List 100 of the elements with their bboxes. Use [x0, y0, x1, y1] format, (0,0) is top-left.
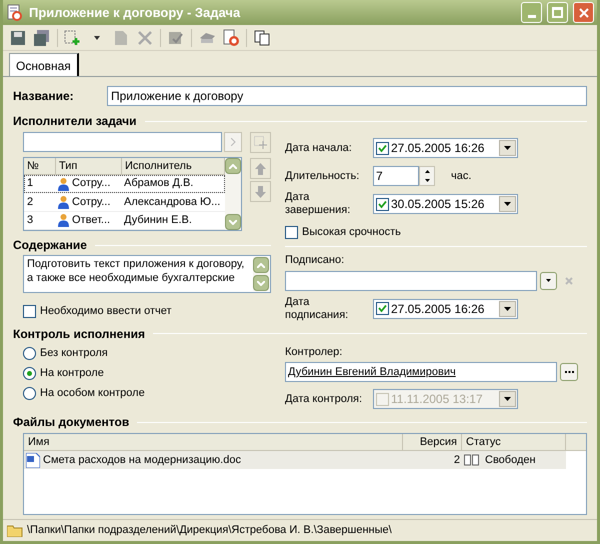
date-field[interactable]: 30.05.2005 15:26 — [373, 194, 518, 214]
scroll-up-button[interactable] — [253, 257, 269, 273]
date-field[interactable]: 27.05.2005 16:26 — [373, 298, 518, 318]
document-icon — [26, 452, 40, 468]
close-button[interactable] — [573, 2, 594, 23]
checkbox[interactable] — [23, 304, 36, 318]
field-label: Дата начала: — [285, 140, 353, 156]
date-value: 30.05.2005 15:26 — [391, 196, 486, 213]
folder-path: \Папки\Папки подразделений\Дирекция\Ястребова И. В.\Завершенные\ — [27, 523, 392, 538]
person-icon — [58, 213, 69, 228]
field-label: Название: — [13, 88, 75, 105]
radio-button[interactable] — [23, 347, 36, 360]
section-title: Файлы документов — [13, 414, 130, 431]
section-title: Контроль исполнения — [13, 326, 145, 342]
table-cell-text: Сотру... — [72, 194, 110, 210]
table-row[interactable]: 3 Ответ... Дубинин Е.В. — [24, 212, 225, 230]
search-field[interactable] — [23, 132, 222, 152]
arrow-up-icon — [255, 162, 266, 174]
radio-button[interactable] — [23, 367, 36, 380]
table-cell-text: Свободен — [485, 452, 536, 468]
dropdown-button[interactable] — [540, 272, 557, 290]
date-value: 11.11.2005 13:17 — [391, 391, 484, 408]
table-cell-text: 2 — [26, 194, 34, 210]
person-icon — [58, 176, 69, 191]
table-row[interactable]: 2 Сотру... Александрова Ю... — [24, 193, 225, 212]
book-icon — [464, 454, 479, 466]
controller-field[interactable]: Дубинин Евгений Владимирович — [285, 362, 557, 382]
table-cell-text: Ответ... — [72, 213, 110, 228]
checkmark-icon — [378, 144, 387, 152]
dropdown-button[interactable] — [499, 300, 516, 316]
chevron-down-icon — [229, 220, 237, 224]
checkmark-icon — [378, 304, 387, 313]
radio-label: Без контроля — [40, 346, 108, 362]
date-field[interactable]: 27.05.2005 16:26 — [373, 138, 518, 158]
dropdown-button[interactable] — [499, 140, 516, 156]
checkbox[interactable] — [376, 198, 389, 210]
scroll-up-button[interactable] — [225, 158, 241, 174]
chevron-down-icon — [257, 280, 265, 286]
checkbox-label: Необходимо ввести отчет — [40, 304, 172, 319]
field-label: Дата завершения: — [285, 191, 352, 217]
field-label: Дата подписания: — [285, 296, 350, 322]
chevron-right-icon — [230, 138, 236, 146]
table-cell-text: Сотру... — [72, 176, 110, 192]
column-header[interactable]: Имя — [24, 434, 403, 450]
content-field[interactable]: Подготовить текст приложения к договору, а также все необходимые бухгалтерские — [23, 255, 271, 293]
table-cell-text: Дубинин Е.В. — [123, 213, 193, 228]
section-title: Содержание — [13, 237, 87, 254]
content-text: Подготовить текст приложения к договору, а также все необходимые бухгалтерские — [26, 257, 246, 286]
chevron-up-icon — [257, 262, 265, 268]
date-value: 27.05.2005 16:26 — [391, 300, 486, 318]
signed-field[interactable] — [285, 270, 537, 290]
title-field[interactable]: Приложение к договору — [107, 86, 587, 106]
window-title: Приложение к договору - Задача — [29, 4, 242, 22]
tab[interactable]: Основная — [9, 53, 79, 76]
checkbox[interactable] — [376, 302, 389, 315]
caret-icon — [504, 306, 511, 310]
maximize-icon — [552, 7, 563, 18]
field-label: Контролер: — [285, 344, 344, 360]
close-icon — [578, 8, 588, 18]
duration-field[interactable]: 7 — [373, 166, 419, 186]
folder-icon — [7, 524, 23, 537]
table-cell-text: 1 — [26, 176, 34, 192]
radio-label: На контроле — [40, 366, 104, 382]
task-icon — [6, 4, 24, 22]
checkbox-label: Высокая срочность — [302, 224, 401, 240]
radio-button[interactable] — [23, 387, 36, 400]
spin-up-icon — [424, 170, 430, 173]
add-icon — [254, 136, 267, 149]
table-cell-text: Абрамов Д.В. — [123, 176, 194, 192]
person-icon — [58, 194, 69, 209]
date-value: 27.05.2005 16:26 — [391, 140, 486, 157]
column-header[interactable]: № — [24, 158, 56, 174]
column-header[interactable]: Тип — [56, 158, 122, 174]
minimize-icon — [528, 15, 536, 18]
dropdown-button[interactable] — [499, 196, 516, 212]
close-icon — [564, 276, 572, 284]
scroll-down-button[interactable] — [225, 214, 241, 230]
checkbox[interactable] — [376, 142, 389, 154]
caret-icon — [504, 202, 511, 206]
caret-icon — [504, 146, 511, 150]
unit-label: час. — [451, 168, 472, 184]
browse-button[interactable] — [560, 363, 578, 381]
field-label: Дата контроля: — [285, 392, 364, 407]
column-header[interactable]: Статус — [462, 434, 566, 450]
arrow-down-icon — [255, 186, 266, 198]
table-row[interactable]: 1 Сотру... Абрамов Д.В. — [24, 175, 225, 194]
table-cell-text: 2 — [452, 452, 461, 468]
caret-icon — [504, 397, 511, 401]
column-header[interactable]: Версия — [403, 434, 462, 450]
spin-down-icon — [424, 179, 430, 182]
chevron-up-icon — [229, 164, 237, 168]
checkbox[interactable] — [285, 226, 298, 238]
field-label: Подписано: — [285, 253, 346, 268]
section-title: Исполнители задачи — [13, 113, 137, 130]
checkmark-icon — [378, 200, 387, 208]
scroll-down-button[interactable] — [253, 275, 269, 291]
table-cell-text: 3 — [26, 213, 34, 228]
table-cell-text: Смета расходов на модернизацию.doc — [43, 452, 241, 468]
caret-icon — [546, 279, 551, 282]
spinner[interactable] — [419, 166, 435, 186]
